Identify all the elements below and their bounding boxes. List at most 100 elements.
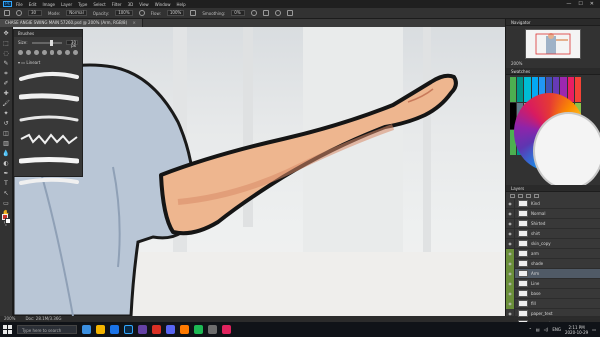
network-icon[interactable]: ▤ <box>536 327 540 332</box>
swatches-grid[interactable] <box>510 77 600 190</box>
layer-row[interactable]: ◉ base <box>506 288 600 299</box>
visibility-eye-icon[interactable]: ◉ <box>506 288 515 299</box>
tray-language[interactable]: ENG <box>552 327 561 332</box>
chrome-icon[interactable] <box>110 325 119 334</box>
healing-icon[interactable]: ✚ <box>2 91 10 97</box>
background-color-swatch[interactable] <box>5 218 11 224</box>
visibility-eye-icon[interactable]: ◉ <box>506 298 515 309</box>
quick-select-icon[interactable]: ✎ <box>2 61 10 67</box>
app-icon-purple[interactable] <box>138 325 147 334</box>
menu-help[interactable]: Help <box>176 2 185 7</box>
brush-stroke-preview[interactable] <box>19 70 79 83</box>
filter-type-icon[interactable] <box>526 193 531 198</box>
brush-tip-preset[interactable] <box>65 50 71 55</box>
menu-select[interactable]: Select <box>93 2 105 7</box>
dodge-icon[interactable]: ◐ <box>2 161 10 167</box>
notifications-icon[interactable]: ▭ <box>592 327 596 332</box>
app-icon-pink[interactable] <box>222 325 231 334</box>
visibility-eye-icon[interactable]: ◉ <box>506 238 515 249</box>
pressure-opacity-icon[interactable] <box>138 10 145 16</box>
layer-row[interactable]: ◉ shirt <box>506 228 600 239</box>
swatch-cell[interactable] <box>574 77 581 103</box>
brush-tip-preset[interactable] <box>33 50 39 55</box>
opacity-field[interactable]: 100% <box>115 10 133 16</box>
brush-tip-preset[interactable] <box>73 50 78 55</box>
layer-row[interactable]: ◉ Normal <box>506 208 600 219</box>
size-slider[interactable] <box>31 39 62 46</box>
mode-select[interactable]: Normal <box>66 10 87 16</box>
filter-shape-icon[interactable] <box>534 193 539 198</box>
task-view-icon[interactable] <box>82 325 91 334</box>
visibility-eye-icon[interactable]: ◉ <box>506 308 515 319</box>
maximize-button[interactable]: ☐ <box>578 1 582 7</box>
menu-type[interactable]: Type <box>78 2 87 7</box>
taskbar-clock[interactable]: 2:11 PM 2020-10-29 <box>565 325 588 335</box>
visibility-eye-icon[interactable]: ◉ <box>506 278 515 289</box>
type-icon[interactable]: T <box>2 181 10 187</box>
brush-size-field[interactable]: 30 <box>28 10 42 16</box>
brush-tip-preset[interactable] <box>18 50 23 55</box>
layer-row[interactable]: ◉ skin_copy <box>506 238 600 249</box>
navigator-panel-title[interactable]: Navigator <box>506 19 600 26</box>
menu-filter[interactable]: Filter <box>112 2 122 7</box>
taskbar-search-input[interactable]: Type here to search <box>17 325 77 334</box>
navigator-preview[interactable] <box>525 29 581 59</box>
path-select-icon[interactable]: ↖ <box>2 191 10 197</box>
visibility-eye-icon[interactable]: ◉ <box>506 198 515 209</box>
layer-row[interactable]: ◉ Shirted <box>506 218 600 229</box>
tab-close-icon[interactable]: × <box>132 20 135 25</box>
brush-stroke-preview[interactable] <box>19 175 79 188</box>
app-icon-orange[interactable] <box>180 325 189 334</box>
discord-icon[interactable] <box>166 325 175 334</box>
app-icon-red[interactable] <box>152 325 161 334</box>
photoshop-task-icon[interactable] <box>124 325 133 334</box>
size-value-field[interactable]: 30 px <box>66 40 78 48</box>
swatches-panel-title[interactable]: Swatches <box>506 68 600 75</box>
menu-window[interactable]: Window <box>155 2 171 7</box>
history-brush-icon[interactable]: ↺ <box>2 121 10 127</box>
brush-tip-preset[interactable] <box>57 50 63 55</box>
smoothing-field[interactable]: 0% <box>231 10 246 16</box>
crop-icon[interactable]: ⌗ <box>2 71 10 77</box>
color-wheel[interactable] <box>514 93 600 190</box>
menu-file[interactable]: File <box>16 2 23 7</box>
layer-row[interactable]: ◉ Line <box>506 278 600 289</box>
airbrush-icon[interactable] <box>190 10 197 16</box>
swatch-cell[interactable] <box>510 77 517 103</box>
layer-row[interactable]: ◉ fill <box>506 298 600 309</box>
navigator-zoom[interactable]: 200% <box>506 59 600 68</box>
lasso-icon[interactable]: ◌ <box>2 51 10 57</box>
gradient-icon[interactable]: ▥ <box>2 141 10 147</box>
menu-view[interactable]: View <box>139 2 149 7</box>
tray-chevron-icon[interactable]: ⌃ <box>529 327 532 332</box>
brush-stroke-preview[interactable] <box>19 133 79 146</box>
marquee-icon[interactable]: ⬚ <box>2 41 10 47</box>
brush-stroke-preview[interactable] <box>19 112 79 125</box>
stamp-icon[interactable]: ✦ <box>2 111 10 117</box>
menu-layer[interactable]: Layer <box>61 2 72 7</box>
visibility-eye-icon[interactable]: ◉ <box>506 248 515 259</box>
layer-row[interactable]: ◉ paper_text <box>506 308 600 319</box>
visibility-eye-icon[interactable]: ◉ <box>506 268 515 279</box>
layer-row[interactable]: ◉ Kind <box>506 198 600 209</box>
visibility-eye-icon[interactable]: ◉ <box>506 208 515 219</box>
volume-icon[interactable]: ◁) <box>544 327 549 332</box>
layer-row[interactable]: ◉ arm <box>506 248 600 259</box>
swatch-cell[interactable] <box>517 77 524 103</box>
pressure-size-icon[interactable] <box>275 10 282 16</box>
visibility-eye-icon[interactable]: ◉ <box>506 258 515 269</box>
menu-edit[interactable]: Edit <box>29 2 37 7</box>
file-explorer-icon[interactable] <box>96 325 105 334</box>
brush-tip-preset[interactable] <box>41 50 47 55</box>
document-canvas[interactable] <box>13 27 505 316</box>
brush-tool-preset-icon[interactable] <box>4 10 10 16</box>
layer-row[interactable]: ◉ shade <box>506 258 600 269</box>
angle-icon[interactable] <box>263 10 270 16</box>
move-icon[interactable]: ✥ <box>2 31 10 37</box>
visibility-eye-icon[interactable]: ◉ <box>506 228 515 239</box>
layer-row[interactable]: ◉ Arm <box>506 268 600 279</box>
close-button[interactable]: ✕ <box>590 1 594 7</box>
windows-start-icon[interactable] <box>3 325 12 334</box>
layers-panel-title[interactable]: Layers <box>506 185 600 192</box>
spotify-icon[interactable] <box>194 325 203 334</box>
